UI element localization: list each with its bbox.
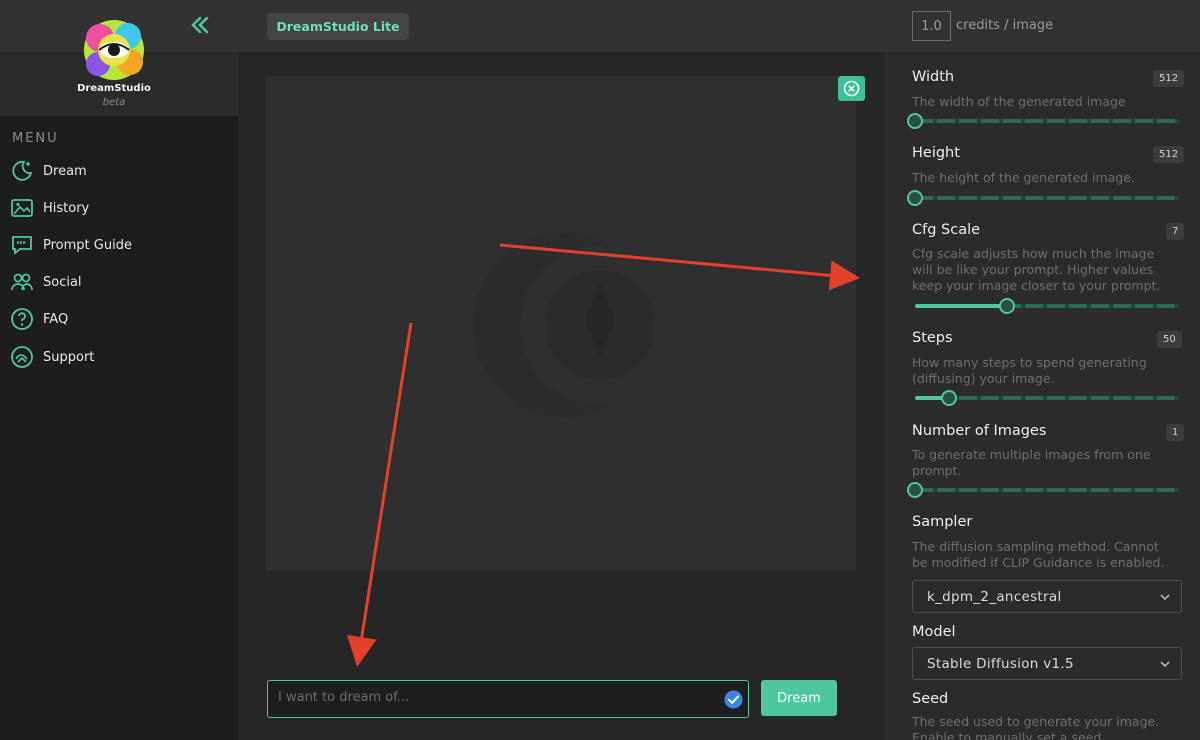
- sampler-select[interactable]: k_dpm_2_ancestral: [912, 580, 1182, 613]
- sidebar-item-prompt-guide[interactable]: Prompt Guide: [10, 232, 132, 258]
- number-of-images-description: To generate multiple images from one pro…: [912, 447, 1151, 478]
- close-icon: [843, 80, 860, 97]
- sidebar-item-social[interactable]: Social: [10, 269, 82, 295]
- brand-subtitle: beta: [102, 97, 126, 108]
- credits-label: credits / image: [956, 18, 1054, 33]
- cfg-scale-value-badge: 7: [1166, 223, 1185, 240]
- width-slider[interactable]: [907, 113, 1179, 129]
- sidebar-item-dream[interactable]: Dream: [10, 158, 87, 184]
- history-image-icon: [11, 199, 33, 217]
- sidebar-item-label: FAQ: [43, 311, 69, 327]
- seed-description: The seed used to generate your image. En…: [912, 714, 1160, 740]
- sidebar-item-faq[interactable]: FAQ: [10, 306, 68, 332]
- prompt-field[interactable]: [267, 680, 749, 718]
- width-title: Width: [912, 69, 955, 85]
- dreamstudio-logo-icon: [84, 20, 144, 80]
- height-slider[interactable]: [907, 190, 1179, 206]
- brand-name: DreamStudio: [77, 83, 151, 94]
- sidebar-item-label: History: [43, 200, 90, 216]
- steps-description: How many steps to spend generating (diff…: [912, 355, 1147, 386]
- cfg-scale-description: Cfg scale adjusts how much the image wil…: [912, 246, 1161, 293]
- sidebar: [0, 52, 238, 740]
- seed-title: Seed: [912, 691, 949, 707]
- sidebar-item-history[interactable]: History: [10, 195, 89, 221]
- social-people-icon: [11, 273, 33, 291]
- check-badge-icon: [724, 690, 743, 709]
- height-title: Height: [912, 145, 960, 161]
- model-selected-value: Stable Diffusion v1.5: [927, 656, 1074, 672]
- height-value-badge: 512: [1153, 146, 1185, 163]
- support-icon: [11, 346, 33, 368]
- height-description: The height of the generated image.: [912, 170, 1135, 185]
- chevron-down-icon: [1160, 594, 1170, 601]
- prompt-guide-quote-icon: [12, 236, 32, 255]
- sidebar-item-label: Dream: [43, 163, 87, 179]
- sidebar-item-label: Prompt Guide: [43, 237, 132, 253]
- sidebar-item-label: Support: [43, 349, 95, 365]
- model-title: Model: [912, 624, 956, 640]
- cfg-scale-slider[interactable]: [915, 298, 1179, 314]
- steps-slider[interactable]: [915, 390, 1179, 406]
- dreamstudio-app: DreamStudio beta DreamStudio Lite 1.0 cr…: [0, 0, 1200, 740]
- chevron-down-icon: [1160, 661, 1170, 668]
- steps-value-badge: 50: [1157, 331, 1182, 348]
- prompt-input[interactable]: [278, 690, 708, 705]
- menu-title: MENU: [12, 131, 59, 146]
- number-of-images-value-badge: 1: [1166, 424, 1185, 441]
- sampler-title: Sampler: [912, 514, 973, 530]
- dream-moon-icon: [12, 160, 33, 181]
- cfg-scale-title: Cfg Scale: [912, 222, 981, 238]
- sidebar-item-label: Social: [43, 274, 82, 290]
- width-value-badge: 512: [1153, 70, 1185, 87]
- clear-image-button[interactable]: [838, 76, 865, 101]
- dream-button[interactable]: Dream: [761, 680, 837, 716]
- credits-value: 1.0: [912, 11, 951, 41]
- sidebar-item-support[interactable]: Support: [10, 344, 94, 370]
- sampler-description: The diffusion sampling method. Cannot be…: [912, 539, 1165, 570]
- placeholder-logo-icon: [473, 233, 660, 417]
- model-select[interactable]: Stable Diffusion v1.5: [912, 647, 1182, 680]
- faq-question-icon: [11, 308, 33, 330]
- number-of-images-slider[interactable]: [907, 482, 1179, 498]
- collapse-sidebar-icon[interactable]: [188, 14, 212, 36]
- app-mode-chip[interactable]: DreamStudio Lite: [267, 13, 409, 40]
- steps-title: Steps: [912, 330, 953, 346]
- sampler-selected-value: k_dpm_2_ancestral: [927, 589, 1062, 605]
- width-description: The width of the generated image: [912, 94, 1126, 109]
- number-of-images-title: Number of Images: [912, 423, 1047, 439]
